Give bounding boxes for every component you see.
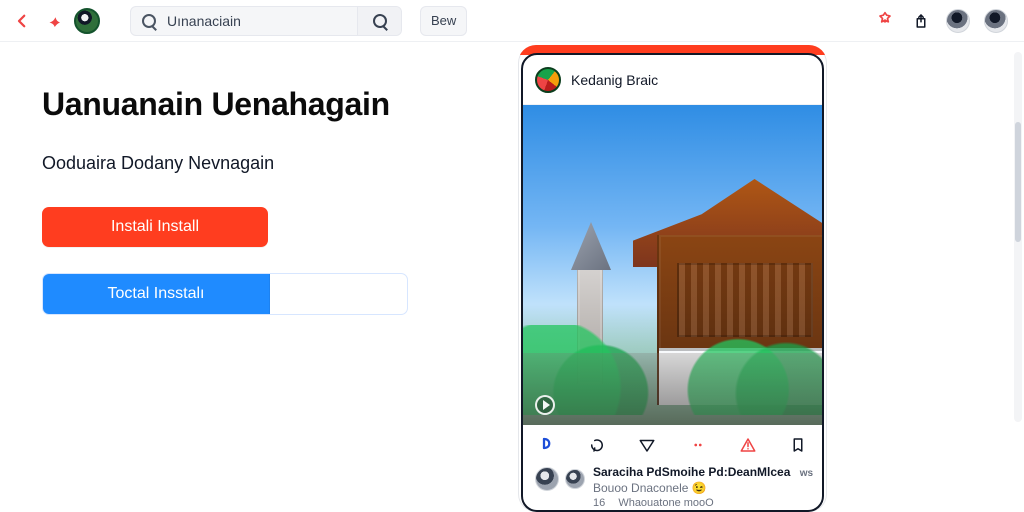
page: Uınanaciain Bew Uanuanain Uenahagain Ood…	[0, 0, 1024, 512]
phone-screen: Kedanig Braic Saraciha PdSmoihe Pd:DeanM…	[521, 53, 824, 512]
search-submit-button[interactable]	[357, 6, 401, 35]
comment-avatar-2[interactable]	[565, 469, 585, 489]
top-right-actions	[874, 8, 1014, 33]
comment-line-1-tail: ws	[799, 468, 814, 479]
user-avatar-2[interactable]	[984, 8, 1008, 33]
settings-icon[interactable]	[874, 10, 896, 32]
comment-text: Saraciha PdSmoihe Pd:DeanMlcea ws Bouoo …	[593, 465, 813, 509]
back-icon[interactable]	[10, 9, 34, 33]
hero-section: Uanuanain Uenahagain Ooduaira Dodany Nev…	[42, 86, 442, 315]
install-primary-button[interactable]: Instali Install	[42, 207, 268, 247]
more-icon[interactable]	[688, 435, 708, 455]
bookmark-icon[interactable]	[788, 435, 808, 455]
comment-icon[interactable]	[587, 435, 607, 455]
page-title: Uanuanain Uenahagain	[42, 86, 390, 122]
comment-avatars	[535, 467, 585, 491]
alert-icon[interactable]	[738, 435, 758, 455]
comment-line-3-text: Whaouatone mooO	[618, 497, 714, 509]
phone-preview: Kedanig Braic Saraciha PdSmoihe Pd:DeanM…	[518, 45, 827, 512]
top-right-button[interactable]: Bew	[420, 5, 468, 36]
search-input-area[interactable]: Uınanaciain	[131, 7, 357, 35]
post-header: Kedanig Braic	[523, 55, 822, 105]
install-secondary-button[interactable]: Toctal Insstalı	[43, 274, 270, 314]
comment-line-3: 16 Whaouatone mooO	[593, 497, 813, 509]
send-icon[interactable]	[637, 435, 657, 455]
top-bar: Uınanaciain Bew	[0, 0, 1024, 42]
play-icon[interactable]	[535, 395, 555, 415]
page-scrollbar[interactable]	[1014, 52, 1022, 422]
post-actions	[523, 425, 822, 465]
brand-icon[interactable]	[42, 9, 66, 33]
search-icon	[141, 13, 157, 29]
install-secondary-button-container: Toctal Insstalı	[42, 273, 408, 315]
media-ground	[523, 353, 822, 425]
like-icon[interactable]	[537, 435, 557, 455]
search-submit-icon	[372, 13, 388, 29]
search-placeholder: Uınanaciain	[167, 12, 241, 29]
user-avatar-1[interactable]	[946, 8, 970, 33]
page-subtitle: Ooduaira Dodany Nevnagain	[42, 153, 275, 173]
post-media[interactable]	[523, 105, 822, 425]
post-author-name[interactable]: Kedanig Braic	[571, 72, 658, 88]
comment-line-1: Saraciha PdSmoihe Pd:DeanMlcea ws	[593, 465, 813, 479]
search-bar[interactable]: Uınanaciain	[130, 5, 402, 36]
post-comment: Saraciha PdSmoihe Pd:DeanMlcea ws Bouoo …	[523, 465, 822, 509]
comment-line-2: Bouoo Dnaconele 😉	[593, 481, 707, 495]
comment-line-3-prefix: 16	[593, 497, 606, 509]
profile-avatar[interactable]	[74, 7, 100, 34]
comment-line-1-text: Saraciha PdSmoihe Pd:DeanMlcea	[593, 465, 791, 479]
post-author-avatar[interactable]	[535, 66, 561, 93]
share-icon[interactable]	[910, 10, 932, 32]
comment-avatar-1[interactable]	[535, 467, 559, 491]
